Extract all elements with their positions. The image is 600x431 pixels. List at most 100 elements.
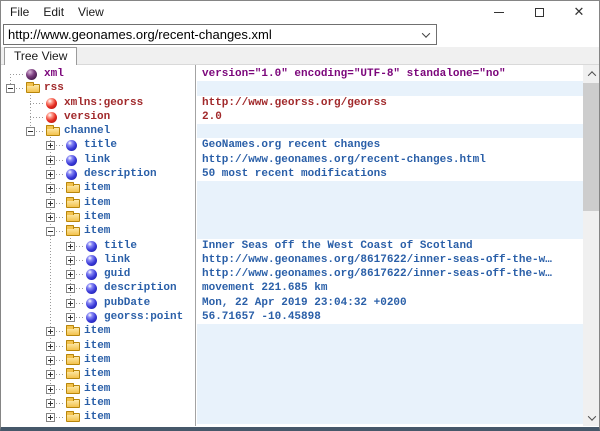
close-button[interactable]: ✕ <box>559 1 599 23</box>
tree-row[interactable]: guid <box>2 267 194 281</box>
tree-row[interactable]: version <box>2 110 194 124</box>
expand-icon[interactable] <box>46 327 55 336</box>
tree-row[interactable]: item <box>2 224 194 238</box>
tree-row[interactable]: item <box>2 196 194 210</box>
folder-icon <box>66 356 80 365</box>
expand-icon[interactable] <box>46 199 55 208</box>
content-area: xmlrssxmlns:georssversionchanneltitlelin… <box>2 65 600 426</box>
expand-icon[interactable] <box>46 213 55 222</box>
tree-row[interactable]: rss <box>2 81 194 95</box>
menu-file[interactable]: File <box>3 1 36 23</box>
element-icon <box>86 255 97 266</box>
expand-icon[interactable] <box>46 184 55 193</box>
expand-icon[interactable] <box>46 413 55 422</box>
xml-viewer-window: File Edit View ✕ Tree View xmlrssxmlns:g… <box>0 0 600 431</box>
menu-view[interactable]: View <box>71 1 111 23</box>
tree-connector-stub <box>10 74 25 75</box>
tree-row[interactable]: item <box>2 410 194 424</box>
expand-icon[interactable] <box>46 170 55 179</box>
tab-tree-view[interactable]: Tree View <box>4 47 77 65</box>
tree-node-label: description <box>84 167 157 181</box>
expand-icon[interactable] <box>66 256 75 265</box>
collapse-icon[interactable] <box>26 127 35 136</box>
folder-icon <box>66 399 80 408</box>
tree-row[interactable]: georss:point <box>2 310 194 324</box>
maximize-button[interactable] <box>519 1 559 23</box>
vertical-scrollbar[interactable] <box>583 65 600 426</box>
expand-icon[interactable] <box>66 299 75 308</box>
menu-edit[interactable]: Edit <box>36 1 71 23</box>
tree-row[interactable]: link <box>2 253 194 267</box>
tree-row[interactable]: xmlns:georss <box>2 96 194 110</box>
scrollbar-thumb[interactable] <box>583 83 600 211</box>
tree-row[interactable]: description <box>2 167 194 181</box>
element-icon <box>86 312 97 323</box>
expand-icon[interactable] <box>46 385 55 394</box>
tree-connector-stub <box>30 103 45 104</box>
tree-row[interactable]: channel <box>2 124 194 138</box>
tree-node-label: item <box>84 196 110 210</box>
tree-row[interactable]: xml <box>2 67 194 81</box>
expand-icon[interactable] <box>46 342 55 351</box>
element-icon <box>66 140 77 151</box>
tree-row[interactable]: title <box>2 138 194 152</box>
url-dropdown-button[interactable] <box>416 25 436 44</box>
close-icon: ✕ <box>574 6 585 19</box>
chevron-down-icon <box>422 29 430 37</box>
element-icon <box>86 269 97 280</box>
folder-icon <box>66 184 80 193</box>
element-icon <box>66 169 77 180</box>
value-row: http://www.geonames.org/recent-changes.h… <box>197 153 583 167</box>
folder-icon <box>66 213 80 222</box>
value-row: movement 221.685 km <box>197 281 583 295</box>
expand-icon[interactable] <box>66 270 75 279</box>
tree-connector-stub <box>30 117 45 118</box>
tree-node-label: item <box>84 410 110 424</box>
expand-icon[interactable] <box>46 370 55 379</box>
expand-icon[interactable] <box>46 156 55 165</box>
tree-node-label: xmlns:georss <box>64 96 143 110</box>
tree-node-label: item <box>84 353 110 367</box>
minimize-icon <box>494 12 504 13</box>
expand-icon[interactable] <box>46 356 55 365</box>
tree-row[interactable]: title <box>2 239 194 253</box>
expand-icon[interactable] <box>66 242 75 251</box>
expand-icon[interactable] <box>46 141 55 150</box>
tree-row[interactable]: item <box>2 353 194 367</box>
minimize-button[interactable] <box>479 1 519 23</box>
collapse-icon[interactable] <box>46 227 55 236</box>
tab-strip: Tree View <box>1 47 600 65</box>
folder-icon <box>66 327 80 336</box>
tree-node-label: item <box>84 396 110 410</box>
scroll-down-button[interactable] <box>583 409 600 426</box>
value-row-empty <box>197 210 583 224</box>
value-row-empty <box>197 181 583 195</box>
collapse-icon[interactable] <box>6 84 15 93</box>
value-row-empty <box>197 224 583 238</box>
url-combobox <box>3 24 437 45</box>
url-input[interactable] <box>4 25 416 44</box>
tree-row[interactable]: item <box>2 396 194 410</box>
tree-node-label: pubDate <box>104 296 150 310</box>
tree-row[interactable]: item <box>2 367 194 381</box>
value-row-empty <box>197 196 583 210</box>
tree-row[interactable]: pubDate <box>2 296 194 310</box>
panel-splitter[interactable] <box>195 65 196 426</box>
tree-row[interactable]: link <box>2 153 194 167</box>
value-row-empty <box>197 382 583 396</box>
tree-row[interactable]: item <box>2 339 194 353</box>
tree-row[interactable]: item <box>2 181 194 195</box>
expand-icon[interactable] <box>66 313 75 322</box>
tree-node-label: item <box>84 367 110 381</box>
expand-icon[interactable] <box>46 399 55 408</box>
expand-icon[interactable] <box>66 284 75 293</box>
tree-node-label: channel <box>64 124 110 138</box>
tree-row[interactable]: item <box>2 324 194 338</box>
folder-icon <box>66 227 80 236</box>
folder-icon <box>66 413 80 422</box>
tree-row[interactable]: item <box>2 210 194 224</box>
scroll-up-button[interactable] <box>583 65 600 82</box>
tree-row[interactable]: item <box>2 382 194 396</box>
tree-row[interactable]: description <box>2 281 194 295</box>
value-row-empty <box>197 396 583 410</box>
